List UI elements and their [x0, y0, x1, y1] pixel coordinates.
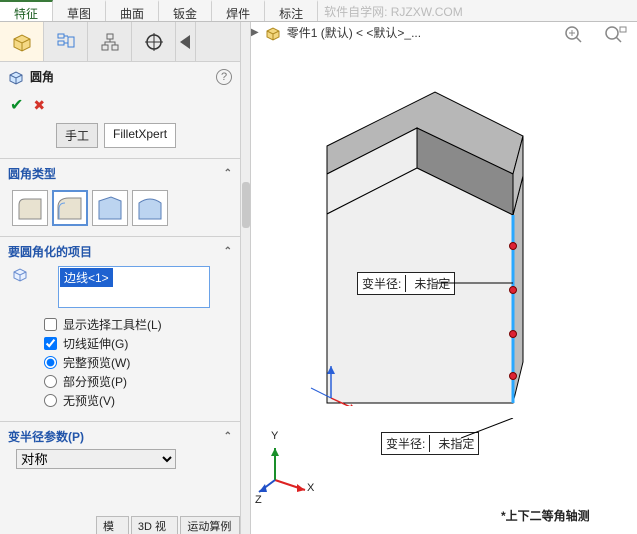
scrollbar-thumb[interactable] [242, 182, 250, 228]
bottom-tabs: 模型 3D 视图 运动算例 1 [0, 516, 240, 534]
checkbox-tangent[interactable] [44, 337, 57, 350]
feature-title: 圆角 [30, 68, 54, 85]
model-geometry[interactable] [275, 46, 565, 406]
label-partial-preview: 部分预览(P) [63, 373, 127, 390]
opt-partial-preview[interactable]: 部分预览(P) [44, 373, 232, 390]
opt-tangent[interactable]: 切线延伸(G) [44, 335, 232, 352]
selected-edge-item[interactable]: 边线<1> [60, 268, 113, 287]
part-icon [265, 25, 281, 41]
chevron-up-icon: ⌃ [224, 246, 232, 257]
section-title-type: 圆角类型 [8, 165, 56, 182]
panel-tab-design-tree[interactable] [44, 22, 88, 61]
callout-label: 变半径: [386, 435, 425, 452]
tab-surface[interactable]: 曲面 [106, 0, 159, 21]
radio-full-preview[interactable] [44, 356, 57, 369]
tab-annotate[interactable]: 标注 [265, 0, 318, 21]
zoom-fit-icon[interactable] [563, 24, 587, 44]
checkbox-show-toolbar[interactable] [44, 318, 57, 331]
tab-sketch[interactable]: 草图 [53, 0, 106, 21]
section-items[interactable]: 要圆角化的项目 ⌃ [8, 243, 232, 260]
callout-label: 变半径: [362, 275, 401, 292]
section-fillet-type[interactable]: 圆角类型 ⌃ [8, 165, 232, 182]
opt-show-toolbar[interactable]: 显示选择工具栏(L) [44, 316, 232, 333]
label-no-preview: 无预览(V) [63, 392, 115, 409]
section-title-params: 变半径参数(P) [8, 428, 84, 445]
bottom-tab-3dview[interactable]: 3D 视图 [131, 516, 179, 534]
fillet-type-variable[interactable] [52, 190, 88, 226]
edge-selection-list[interactable]: 边线<1> [58, 266, 210, 308]
label-full-preview: 完整预览(W) [63, 354, 130, 371]
fillet-feature-icon [8, 69, 24, 85]
tree-icon [56, 32, 76, 52]
fillet-type-full-round[interactable] [132, 190, 168, 226]
tab-sheetmetal[interactable]: 钣金 [159, 0, 212, 21]
opt-no-preview[interactable]: 无预览(V) [44, 392, 232, 409]
section-var-params[interactable]: 变半径参数(P) ⌃ [8, 428, 232, 445]
axis-x-label: X [307, 482, 314, 494]
panel-tab-more[interactable] [176, 22, 196, 61]
target-icon [144, 32, 164, 52]
mode-manual[interactable]: 手工 [56, 123, 98, 148]
hierarchy-icon [100, 32, 120, 52]
panel-tab-config[interactable] [88, 22, 132, 61]
opt-full-preview[interactable]: 完整预览(W) [44, 354, 232, 371]
fillet-type-face[interactable] [92, 190, 128, 226]
radio-no-preview[interactable] [44, 394, 57, 407]
axis-triad[interactable] [255, 440, 313, 498]
mode-filletxpert[interactable]: FilletXpert [104, 123, 176, 148]
viewport-scrollbar[interactable] [241, 22, 251, 534]
view-orientation-label: *上下二等角轴测 [501, 507, 590, 524]
panel-tabs [0, 22, 240, 62]
box-icon [11, 31, 33, 53]
radio-partial-preview[interactable] [44, 375, 57, 388]
arrow-icon [178, 23, 194, 61]
breadcrumb-part-name[interactable]: 零件1 (默认) < <默认>_... [287, 24, 421, 41]
breadcrumb-arrow-icon[interactable]: ▶ [251, 27, 259, 38]
bottom-tab-model[interactable]: 模型 [96, 516, 129, 534]
viewport[interactable]: ▶ 零件1 (默认) < <默认>_... [241, 22, 637, 534]
callout-leader-bottom [461, 418, 521, 440]
chevron-up-icon: ⌃ [224, 431, 232, 442]
property-panel: 圆角 ? ✔ ✖ 手工 FilletXpert 圆角类型 ⌃ [0, 22, 241, 534]
axis-z-label: Z [255, 494, 262, 506]
main-tabs: 特征 草图 曲面 钣金 焊件 标注 软件自学网: RJZXW.COM [0, 0, 637, 22]
edge-selection-icon [12, 266, 28, 282]
label-show-toolbar: 显示选择工具栏(L) [63, 316, 162, 333]
fillet-type-constant[interactable] [12, 190, 48, 226]
section-title-items: 要圆角化的项目 [8, 243, 92, 260]
panel-tab-feature[interactable] [0, 22, 44, 61]
cancel-button[interactable]: ✖ [33, 97, 45, 114]
tab-weldments[interactable]: 焊件 [212, 0, 265, 21]
callout-leader-top [437, 278, 517, 288]
label-tangent: 切线延伸(G) [63, 335, 128, 352]
tab-features[interactable]: 特征 [0, 0, 53, 21]
axis-y-label: Y [271, 430, 278, 442]
zoom-area-icon[interactable] [603, 24, 627, 44]
panel-tab-display[interactable] [132, 22, 176, 61]
ok-button[interactable]: ✔ [10, 95, 23, 115]
chevron-up-icon: ⌃ [224, 168, 232, 179]
help-button[interactable]: ? [216, 69, 232, 85]
watermark-text: 软件自学网: RJZXW.COM [318, 0, 463, 21]
bottom-tab-motion[interactable]: 运动算例 1 [180, 516, 240, 534]
symmetry-select[interactable]: 对称 [16, 449, 176, 469]
